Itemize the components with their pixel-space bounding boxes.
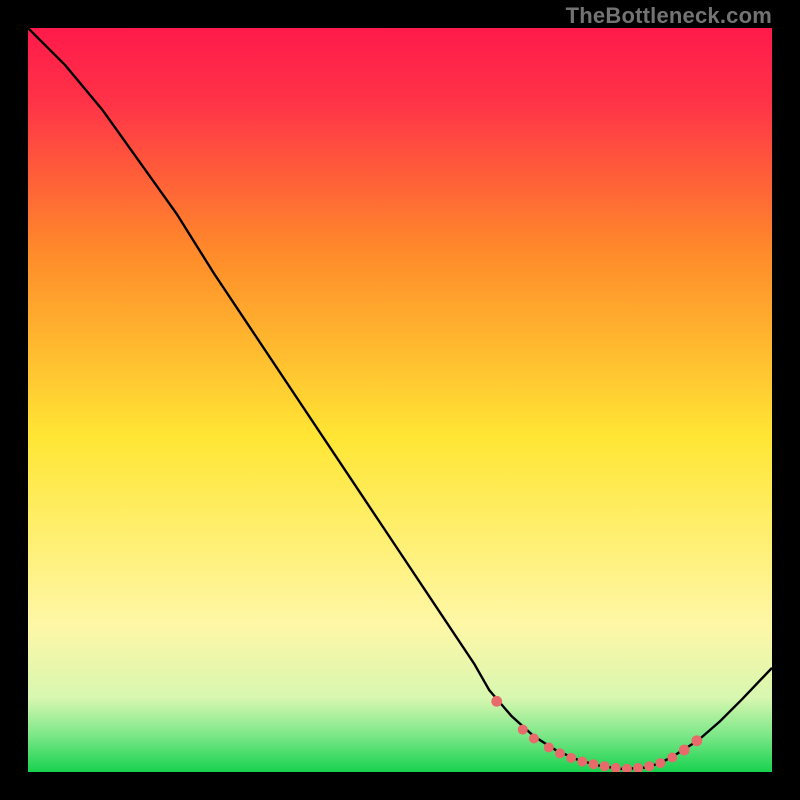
optimal-dot: [577, 757, 587, 767]
optimal-dot: [518, 725, 528, 735]
optimal-dot: [691, 735, 702, 746]
optimal-dot: [529, 734, 539, 744]
optimal-dot: [491, 696, 502, 707]
chart-frame: TheBottleneck.com: [0, 0, 800, 800]
optimal-dot: [679, 745, 690, 756]
optimal-dot: [600, 761, 610, 771]
gradient-background: [28, 28, 772, 772]
bottleneck-chart: [28, 28, 772, 772]
optimal-dot: [555, 748, 565, 758]
optimal-dot: [566, 753, 576, 763]
watermark-label: TheBottleneck.com: [566, 3, 772, 29]
optimal-dot: [588, 759, 598, 769]
optimal-dot: [544, 742, 554, 752]
optimal-dot: [644, 761, 654, 771]
optimal-dot: [667, 752, 677, 762]
plot-area: [28, 28, 772, 772]
optimal-dot: [655, 758, 665, 768]
